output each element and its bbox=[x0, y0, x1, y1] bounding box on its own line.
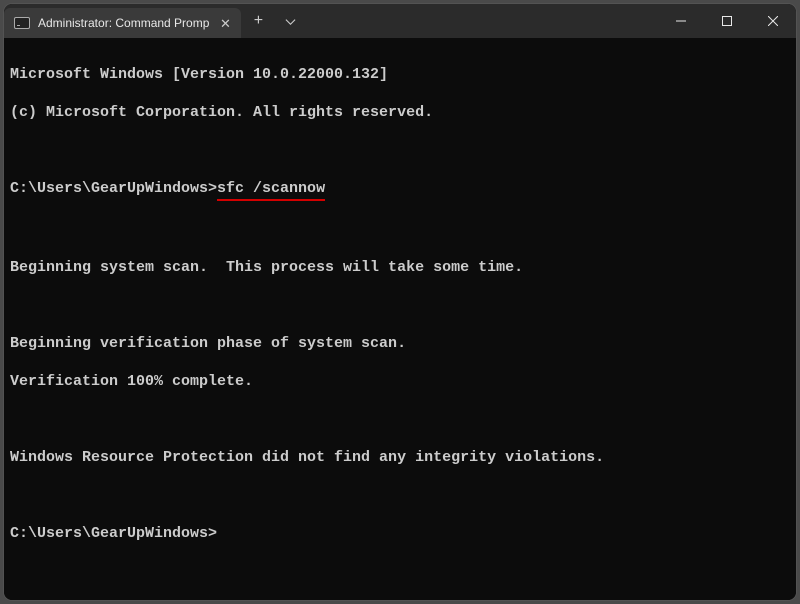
maximize-button[interactable] bbox=[704, 4, 750, 38]
titlebar-drag-area[interactable] bbox=[305, 4, 658, 38]
close-window-button[interactable] bbox=[750, 4, 796, 38]
close-icon bbox=[768, 16, 778, 26]
titlebar: Administrator: Command Promp ✕ + bbox=[4, 4, 796, 38]
chevron-down-icon bbox=[285, 16, 296, 27]
terminal-window: Administrator: Command Promp ✕ + Microso… bbox=[4, 4, 796, 600]
output-line bbox=[10, 141, 790, 160]
cmd-icon bbox=[14, 17, 30, 29]
prompt-line: C:\Users\GearUpWindows> bbox=[10, 524, 790, 543]
close-tab-icon[interactable]: ✕ bbox=[217, 15, 233, 31]
output-line: Verification 100% complete. bbox=[10, 372, 790, 391]
maximize-icon bbox=[722, 16, 732, 26]
typed-command: sfc /scannow bbox=[217, 179, 325, 201]
output-line: Beginning verification phase of system s… bbox=[10, 334, 790, 353]
output-line: (c) Microsoft Corporation. All rights re… bbox=[10, 103, 790, 122]
output-line: Beginning system scan. This process will… bbox=[10, 258, 790, 277]
new-tab-button[interactable]: + bbox=[241, 4, 275, 38]
prompt-line: C:\Users\GearUpWindows>sfc /scannow bbox=[10, 179, 790, 201]
output-line: Windows Resource Protection did not find… bbox=[10, 448, 790, 467]
prompt-path: C:\Users\GearUpWindows> bbox=[10, 180, 217, 197]
output-line bbox=[10, 296, 790, 315]
output-line: Microsoft Windows [Version 10.0.22000.13… bbox=[10, 65, 790, 84]
output-line bbox=[10, 410, 790, 429]
output-line bbox=[10, 486, 790, 505]
tab-dropdown-button[interactable] bbox=[275, 4, 305, 38]
terminal-output[interactable]: Microsoft Windows [Version 10.0.22000.13… bbox=[4, 38, 796, 600]
output-line bbox=[10, 220, 790, 239]
minimize-button[interactable] bbox=[658, 4, 704, 38]
minimize-icon bbox=[676, 16, 686, 26]
tab-command-prompt[interactable]: Administrator: Command Promp ✕ bbox=[4, 8, 241, 38]
tab-title: Administrator: Command Promp bbox=[38, 16, 209, 30]
